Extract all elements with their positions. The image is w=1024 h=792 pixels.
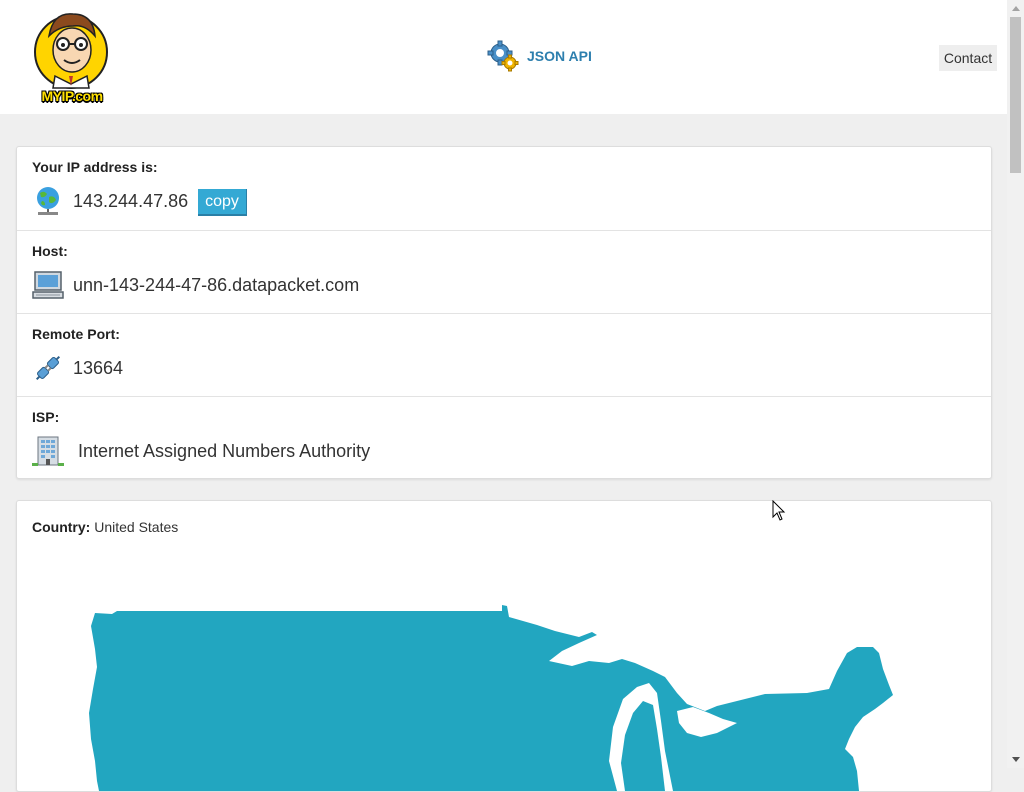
scroll-down-button[interactable] [1007,751,1024,768]
mouse-cursor-icon [772,500,786,521]
isp-row: ISP: Internet Assigned Numbers Authority [17,396,991,480]
json-api-link[interactable]: JSON API [487,40,592,72]
myip-logo[interactable]: MYIP.com [33,6,111,106]
computer-icon [32,269,64,301]
location-card: Country: United States [16,500,992,792]
isp-value: Internet Assigned Numbers Authority [78,441,371,461]
globe-network-icon [32,185,64,217]
logo-text: MYIP.com [41,88,103,104]
chevron-up-icon [1012,6,1020,11]
remote-port-value: 13664 [73,358,124,378]
ip-address-label: Your IP address is: [32,159,158,175]
building-icon [32,435,64,467]
ip-info-card: Your IP address is: 143.244.47.86 copy H… [16,146,992,479]
site-header: MYIP.com JSON API Contact [0,0,1007,114]
host-label: Host: [32,243,68,259]
host-value: unn-143-244-47-86.datapacket.com [73,275,360,295]
isp-label: ISP: [32,409,60,425]
scroll-thumb[interactable] [1010,17,1021,173]
scroll-up-button[interactable] [1007,0,1024,17]
json-api-label: JSON API [527,48,592,64]
ip-address-value: 143.244.47.86 [73,191,189,211]
host-row: Host: unn-143-244-47-86.datapacket.com [17,230,991,314]
gears-icon [487,40,519,72]
mascot-icon [34,13,108,89]
country-map [89,605,893,791]
remote-port-row: Remote Port: 13664 [17,313,991,397]
chevron-down-icon [1012,757,1020,762]
ip-address-row: Your IP address is: 143.244.47.86 copy [17,147,991,230]
remote-port-label: Remote Port: [32,326,120,342]
contact-button[interactable]: Contact [939,45,997,71]
us-map-shape [89,605,893,791]
copy-button[interactable]: copy [198,189,247,216]
vertical-scrollbar[interactable] [1007,0,1024,768]
plug-icon [32,352,64,384]
